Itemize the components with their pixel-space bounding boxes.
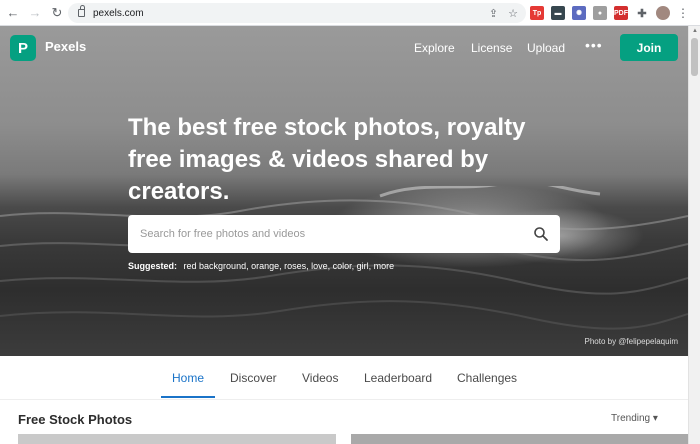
tab-home[interactable]: Home [172,371,204,385]
tab-videos[interactable]: Videos [302,371,338,385]
reload-icon[interactable]: ↻ [48,4,66,22]
puzzle-icon[interactable]: ✚ [635,6,649,20]
pexels-logo-icon[interactable]: P [10,35,36,61]
back-icon[interactable]: ← [4,4,22,22]
dark-extension-icon[interactable]: ▬ [551,6,565,20]
scroll-up-icon[interactable]: ▲ [692,28,698,34]
scrollbar-thumb[interactable] [691,38,698,76]
photo-thumbnail[interactable] [18,434,336,444]
page-scrollbar[interactable]: ▲ [688,26,700,444]
search-placeholder: Search for free photos and videos [140,228,306,240]
hero-headline: The best free stock photos, royalty free… [128,114,526,205]
tp-extension-icon[interactable]: Tp [530,6,544,20]
brand-name[interactable]: Pexels [45,39,86,54]
ocean-wave-image [0,186,688,330]
red-extension-icon[interactable]: PDF [614,6,628,20]
active-tab-indicator [161,396,215,398]
sort-dropdown[interactable]: Trending ▾ [611,413,658,424]
photo-credit[interactable]: Photo by @felipepelaquim [584,337,678,346]
main-tabs: Home Discover Videos Leaderboard Challen… [0,356,688,400]
suggested-label: Suggested: [128,261,178,271]
extensions-bar: Tp ▬ ✺ ● PDF ✚ ⋮ [530,4,689,22]
join-button[interactable]: Join [620,34,678,61]
address-bar[interactable]: pexels.com ⇪ ☆ [68,3,526,23]
nav-upload[interactable]: Upload [527,41,565,55]
share-icon[interactable]: ⇪ [489,7,498,20]
browser-toolbar: ← → ↻ pexels.com ⇪ ☆ Tp ▬ ✺ ● PDF ✚ ⋮ [0,0,700,26]
url-text: pexels.com [93,7,144,19]
profile-avatar-icon[interactable] [656,6,670,20]
photo-thumbnail[interactable] [351,434,688,444]
nav-explore[interactable]: Explore [414,41,455,55]
tab-leaderboard[interactable]: Leaderboard [364,371,432,385]
browser-menu-icon[interactable]: ⋮ [677,6,689,20]
suggested-links[interactable]: red background, orange, roses, love, col… [184,261,395,271]
nav-license[interactable]: License [471,41,512,55]
tab-challenges[interactable]: Challenges [457,371,517,385]
suggested-searches: Suggested: red background, orange, roses… [128,261,394,271]
more-menu-icon[interactable]: ••• [585,37,603,53]
forward-icon[interactable]: → [26,4,44,22]
search-icon[interactable] [533,226,549,242]
bookmark-star-icon[interactable]: ☆ [508,7,518,20]
lock-icon [78,5,85,17]
gear-extension-icon[interactable]: ✺ [572,6,586,20]
section-title: Free Stock Photos [18,412,133,427]
tab-discover[interactable]: Discover [230,371,277,385]
photos-section: Free Stock Photos Trending ▾ [0,400,688,444]
hero-section: P Pexels Explore License Upload ••• Join… [0,26,688,356]
search-input[interactable]: Search for free photos and videos [128,215,560,253]
shield-extension-icon[interactable]: ● [593,6,607,20]
site-header: P Pexels Explore License Upload ••• Join [0,26,688,70]
